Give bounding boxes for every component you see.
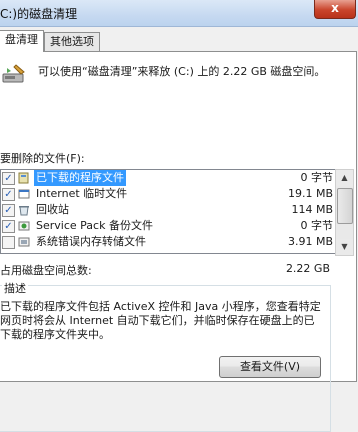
- tab-more-options[interactable]: 其他选项: [44, 32, 100, 51]
- checkbox[interactable]: ✓: [2, 204, 15, 217]
- file-size: 0 字节: [300, 171, 334, 184]
- list-item[interactable]: ✓ Service Pack 备份文件 0 字节: [1, 218, 335, 234]
- list-item[interactable]: ✓ 已下载的程序文件 0 字节: [1, 170, 335, 186]
- list-item[interactable]: ✓ Internet 临时文件 19.1 MB: [1, 186, 335, 202]
- description-text: 已下载的程序文件包括 ActiveX 控件和 Java 小程序，您查看特定网页时…: [0, 300, 321, 341]
- total-space: 占用磁盘空间总数: 2.22 GB: [0, 262, 330, 278]
- scroll-thumb[interactable]: [337, 188, 353, 224]
- recycle-bin-icon: [19, 206, 29, 216]
- file-size: 114 MB: [291, 203, 333, 216]
- total-space-label: 占用磁盘空间总数:: [0, 264, 92, 277]
- view-files-button[interactable]: 查看文件(V): [219, 356, 321, 378]
- list-item[interactable]: 系统错误内存转储文件 3.91 MB: [1, 234, 335, 250]
- file-name: 回收站: [36, 203, 69, 216]
- file-name: Service Pack 备份文件: [36, 219, 153, 232]
- scroll-up-button[interactable]: ▲: [336, 170, 353, 186]
- checkbox[interactable]: ✓: [2, 172, 15, 185]
- file-name: Internet 临时文件: [36, 187, 128, 200]
- checkbox[interactable]: [2, 236, 15, 249]
- file-list-scrollbar[interactable]: ▲ ▼: [335, 169, 354, 256]
- service-pack-icon: [18, 221, 30, 231]
- file-name: 已下载的程序文件: [34, 170, 126, 186]
- file-list[interactable]: ✓ 已下载的程序文件 0 字节 ✓ Internet 临时文件 19.1 MB …: [0, 169, 336, 254]
- checkbox[interactable]: ✓: [2, 188, 15, 201]
- disk-cleanup-icon: [2, 64, 25, 83]
- tab-disk-cleanup[interactable]: 盘清理: [0, 30, 44, 52]
- tab-strip: 盘清理 其他选项: [0, 30, 358, 52]
- file-size: 19.1 MB: [287, 187, 333, 200]
- description-label: 描述: [2, 280, 28, 296]
- list-item[interactable]: ✓ 回收站 114 MB: [1, 202, 335, 218]
- window-title: C:)的磁盘清理: [0, 7, 78, 21]
- files-to-delete-label: 要删除的文件(F):: [0, 152, 85, 165]
- file-size: 0 字节: [300, 219, 334, 232]
- file-name: 系统错误内存转储文件: [36, 235, 146, 248]
- close-icon: x: [331, 1, 339, 15]
- close-button[interactable]: x: [314, 0, 356, 19]
- title-bar: C:)的磁盘清理 x: [0, 0, 358, 27]
- checkbox[interactable]: ✓: [2, 220, 15, 233]
- summary-text: 可以使用“磁盘清理”来释放 (C:) 上的 2.22 GB 磁盘空间。: [38, 65, 326, 78]
- scroll-down-button[interactable]: ▼: [336, 239, 353, 255]
- tab-panel: 可以使用“磁盘清理”来释放 (C:) 上的 2.22 GB 磁盘空间。 要删除的…: [0, 51, 357, 432]
- total-space-value: 2.22 GB: [285, 262, 330, 275]
- internet-temp-icon: [18, 189, 30, 199]
- downloaded-programs-icon: [18, 172, 29, 184]
- error-memory-dump-icon: [18, 237, 30, 247]
- file-size: 3.91 MB: [287, 235, 333, 248]
